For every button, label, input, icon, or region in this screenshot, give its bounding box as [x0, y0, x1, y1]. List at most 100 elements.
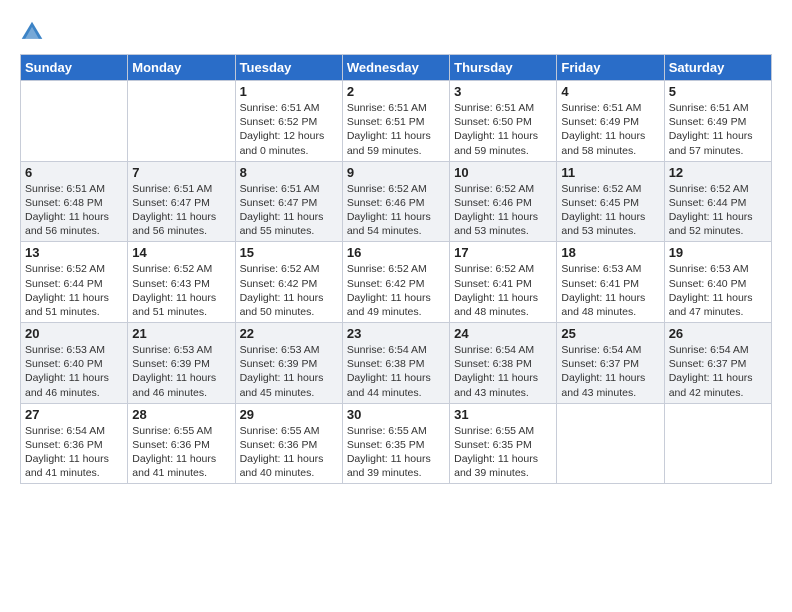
day-info: Sunrise: 6:52 AMSunset: 6:41 PMDaylight:… — [454, 263, 538, 318]
day-number: 21 — [132, 326, 230, 341]
day-info: Sunrise: 6:55 AMSunset: 6:36 PMDaylight:… — [132, 425, 216, 480]
calendar-header-monday: Monday — [128, 55, 235, 81]
day-info: Sunrise: 6:54 AMSunset: 6:36 PMDaylight:… — [25, 425, 109, 480]
calendar-cell: 12Sunrise: 6:52 AMSunset: 6:44 PMDayligh… — [664, 161, 771, 242]
day-number: 26 — [669, 326, 767, 341]
calendar-cell: 28 Sunrise: 6:55 AMSunset: 6:36 PMDayligh… — [128, 403, 235, 484]
day-number: 3 — [454, 84, 552, 99]
calendar-cell — [128, 81, 235, 162]
day-info: Sunrise: 6:55 AMSunset: 6:36 PMDaylight:… — [240, 425, 324, 480]
day-info: Sunrise: 6:53 AMSunset: 6:39 PMDaylight:… — [240, 344, 324, 399]
calendar-cell: 19 Sunrise: 6:53 AMSunset: 6:40 PMDayligh… — [664, 242, 771, 323]
calendar-cell: 8Sunrise: 6:51 AMSunset: 6:47 PMDaylight… — [235, 161, 342, 242]
calendar-cell: 30Sunrise: 6:55 AMSunset: 6:35 PMDayligh… — [342, 403, 449, 484]
calendar-cell: 7 Sunrise: 6:51 AMSunset: 6:47 PMDaylight… — [128, 161, 235, 242]
day-number: 23 — [347, 326, 445, 341]
day-number: 8 — [240, 165, 338, 180]
calendar-cell: 2 Sunrise: 6:51 AMSunset: 6:51 PMDaylight… — [342, 81, 449, 162]
day-info: Sunrise: 6:53 AMSunset: 6:40 PMDaylight:… — [25, 344, 109, 399]
day-number: 14 — [132, 245, 230, 260]
day-number: 5 — [669, 84, 767, 99]
calendar-cell: 26 Sunrise: 6:54 AMSunset: 6:37 PMDayligh… — [664, 323, 771, 404]
day-number: 31 — [454, 407, 552, 422]
day-number: 12 — [669, 165, 767, 180]
calendar-cell: 17 Sunrise: 6:52 AMSunset: 6:41 PMDayligh… — [450, 242, 557, 323]
day-info: Sunrise: 6:52 AMSunset: 6:45 PMDaylight:… — [561, 183, 645, 238]
logo-icon — [20, 20, 44, 44]
day-number: 18 — [561, 245, 659, 260]
day-info: Sunrise: 6:51 AMSunset: 6:48 PMDaylight:… — [25, 183, 109, 238]
day-number: 24 — [454, 326, 552, 341]
day-info: Sunrise: 6:54 AMSunset: 6:38 PMDaylight:… — [347, 344, 431, 399]
day-number: 20 — [25, 326, 123, 341]
day-info: Sunrise: 6:52 AMSunset: 6:46 PMDaylight:… — [454, 183, 538, 238]
day-info: Sunrise: 6:53 AMSunset: 6:41 PMDaylight:… — [561, 263, 645, 318]
day-number: 30 — [347, 407, 445, 422]
calendar-cell: 18 Sunrise: 6:53 AMSunset: 6:41 PMDayligh… — [557, 242, 664, 323]
day-number: 2 — [347, 84, 445, 99]
calendar-header-row: SundayMondayTuesdayWednesdayThursdayFrid… — [21, 55, 772, 81]
calendar-cell: 16 Sunrise: 6:52 AMSunset: 6:42 PMDayligh… — [342, 242, 449, 323]
calendar-cell: 21 Sunrise: 6:53 AMSunset: 6:39 PMDayligh… — [128, 323, 235, 404]
calendar-cell: 23 Sunrise: 6:54 AMSunset: 6:38 PMDayligh… — [342, 323, 449, 404]
calendar-cell: 27 Sunrise: 6:54 AMSunset: 6:36 PMDayligh… — [21, 403, 128, 484]
calendar-header-friday: Friday — [557, 55, 664, 81]
day-info: Sunrise: 6:54 AMSunset: 6:38 PMDaylight:… — [454, 344, 538, 399]
day-info: Sunrise: 6:51 AMSunset: 6:47 PMDaylight:… — [132, 183, 216, 238]
calendar-cell: 15Sunrise: 6:52 AMSunset: 6:42 PMDayligh… — [235, 242, 342, 323]
calendar-week-row: 20 Sunrise: 6:53 AMSunset: 6:40 PMDayligh… — [21, 323, 772, 404]
day-info: Sunrise: 6:54 AMSunset: 6:37 PMDaylight:… — [669, 344, 753, 399]
day-number: 28 — [132, 407, 230, 422]
day-info: Sunrise: 6:52 AMSunset: 6:44 PMDaylight:… — [25, 263, 109, 318]
day-number: 19 — [669, 245, 767, 260]
calendar-cell: 31 Sunrise: 6:55 AMSunset: 6:35 PMDayligh… — [450, 403, 557, 484]
day-info: Sunrise: 6:55 AMSunset: 6:35 PMDaylight:… — [454, 425, 538, 480]
calendar-cell: 29 Sunrise: 6:55 AMSunset: 6:36 PMDayligh… — [235, 403, 342, 484]
day-info: Sunrise: 6:51 AMSunset: 6:51 PMDaylight:… — [347, 102, 431, 157]
page-header — [20, 20, 772, 44]
calendar-cell — [21, 81, 128, 162]
calendar-cell: 24 Sunrise: 6:54 AMSunset: 6:38 PMDayligh… — [450, 323, 557, 404]
calendar-header-sunday: Sunday — [21, 55, 128, 81]
day-number: 27 — [25, 407, 123, 422]
day-number: 29 — [240, 407, 338, 422]
day-info: Sunrise: 6:51 AMSunset: 6:52 PMDaylight:… — [240, 102, 325, 157]
calendar-table: SundayMondayTuesdayWednesdayThursdayFrid… — [20, 54, 772, 484]
day-number: 10 — [454, 165, 552, 180]
day-info: Sunrise: 6:52 AMSunset: 6:42 PMDaylight:… — [240, 263, 324, 318]
calendar-cell: 5 Sunrise: 6:51 AMSunset: 6:49 PMDaylight… — [664, 81, 771, 162]
calendar-cell: 4Sunrise: 6:51 AMSunset: 6:49 PMDaylight… — [557, 81, 664, 162]
calendar-header-tuesday: Tuesday — [235, 55, 342, 81]
calendar-week-row: 27 Sunrise: 6:54 AMSunset: 6:36 PMDayligh… — [21, 403, 772, 484]
day-number: 16 — [347, 245, 445, 260]
day-number: 11 — [561, 165, 659, 180]
calendar-cell — [557, 403, 664, 484]
calendar-cell: 14 Sunrise: 6:52 AMSunset: 6:43 PMDayligh… — [128, 242, 235, 323]
calendar-cell: 6 Sunrise: 6:51 AMSunset: 6:48 PMDaylight… — [21, 161, 128, 242]
calendar-cell: 22Sunrise: 6:53 AMSunset: 6:39 PMDayligh… — [235, 323, 342, 404]
day-info: Sunrise: 6:52 AMSunset: 6:42 PMDaylight:… — [347, 263, 431, 318]
calendar-header-wednesday: Wednesday — [342, 55, 449, 81]
day-number: 4 — [561, 84, 659, 99]
calendar-cell: 25Sunrise: 6:54 AMSunset: 6:37 PMDayligh… — [557, 323, 664, 404]
calendar-header-thursday: Thursday — [450, 55, 557, 81]
day-info: Sunrise: 6:51 AMSunset: 6:50 PMDaylight:… — [454, 102, 538, 157]
calendar-cell: 3 Sunrise: 6:51 AMSunset: 6:50 PMDaylight… — [450, 81, 557, 162]
day-info: Sunrise: 6:51 AMSunset: 6:49 PMDaylight:… — [669, 102, 753, 157]
calendar-cell: 1 Sunrise: 6:51 AMSunset: 6:52 PMDaylight… — [235, 81, 342, 162]
calendar-header-saturday: Saturday — [664, 55, 771, 81]
calendar-week-row: 6 Sunrise: 6:51 AMSunset: 6:48 PMDaylight… — [21, 161, 772, 242]
calendar-cell: 20 Sunrise: 6:53 AMSunset: 6:40 PMDayligh… — [21, 323, 128, 404]
logo — [20, 20, 48, 44]
calendar-cell: 9Sunrise: 6:52 AMSunset: 6:46 PMDaylight… — [342, 161, 449, 242]
day-number: 17 — [454, 245, 552, 260]
calendar-cell — [664, 403, 771, 484]
day-number: 9 — [347, 165, 445, 180]
day-info: Sunrise: 6:52 AMSunset: 6:43 PMDaylight:… — [132, 263, 216, 318]
day-number: 6 — [25, 165, 123, 180]
day-number: 1 — [240, 84, 338, 99]
day-info: Sunrise: 6:53 AMSunset: 6:40 PMDaylight:… — [669, 263, 753, 318]
day-info: Sunrise: 6:53 AMSunset: 6:39 PMDaylight:… — [132, 344, 216, 399]
day-number: 7 — [132, 165, 230, 180]
calendar-cell: 11 Sunrise: 6:52 AMSunset: 6:45 PMDayligh… — [557, 161, 664, 242]
